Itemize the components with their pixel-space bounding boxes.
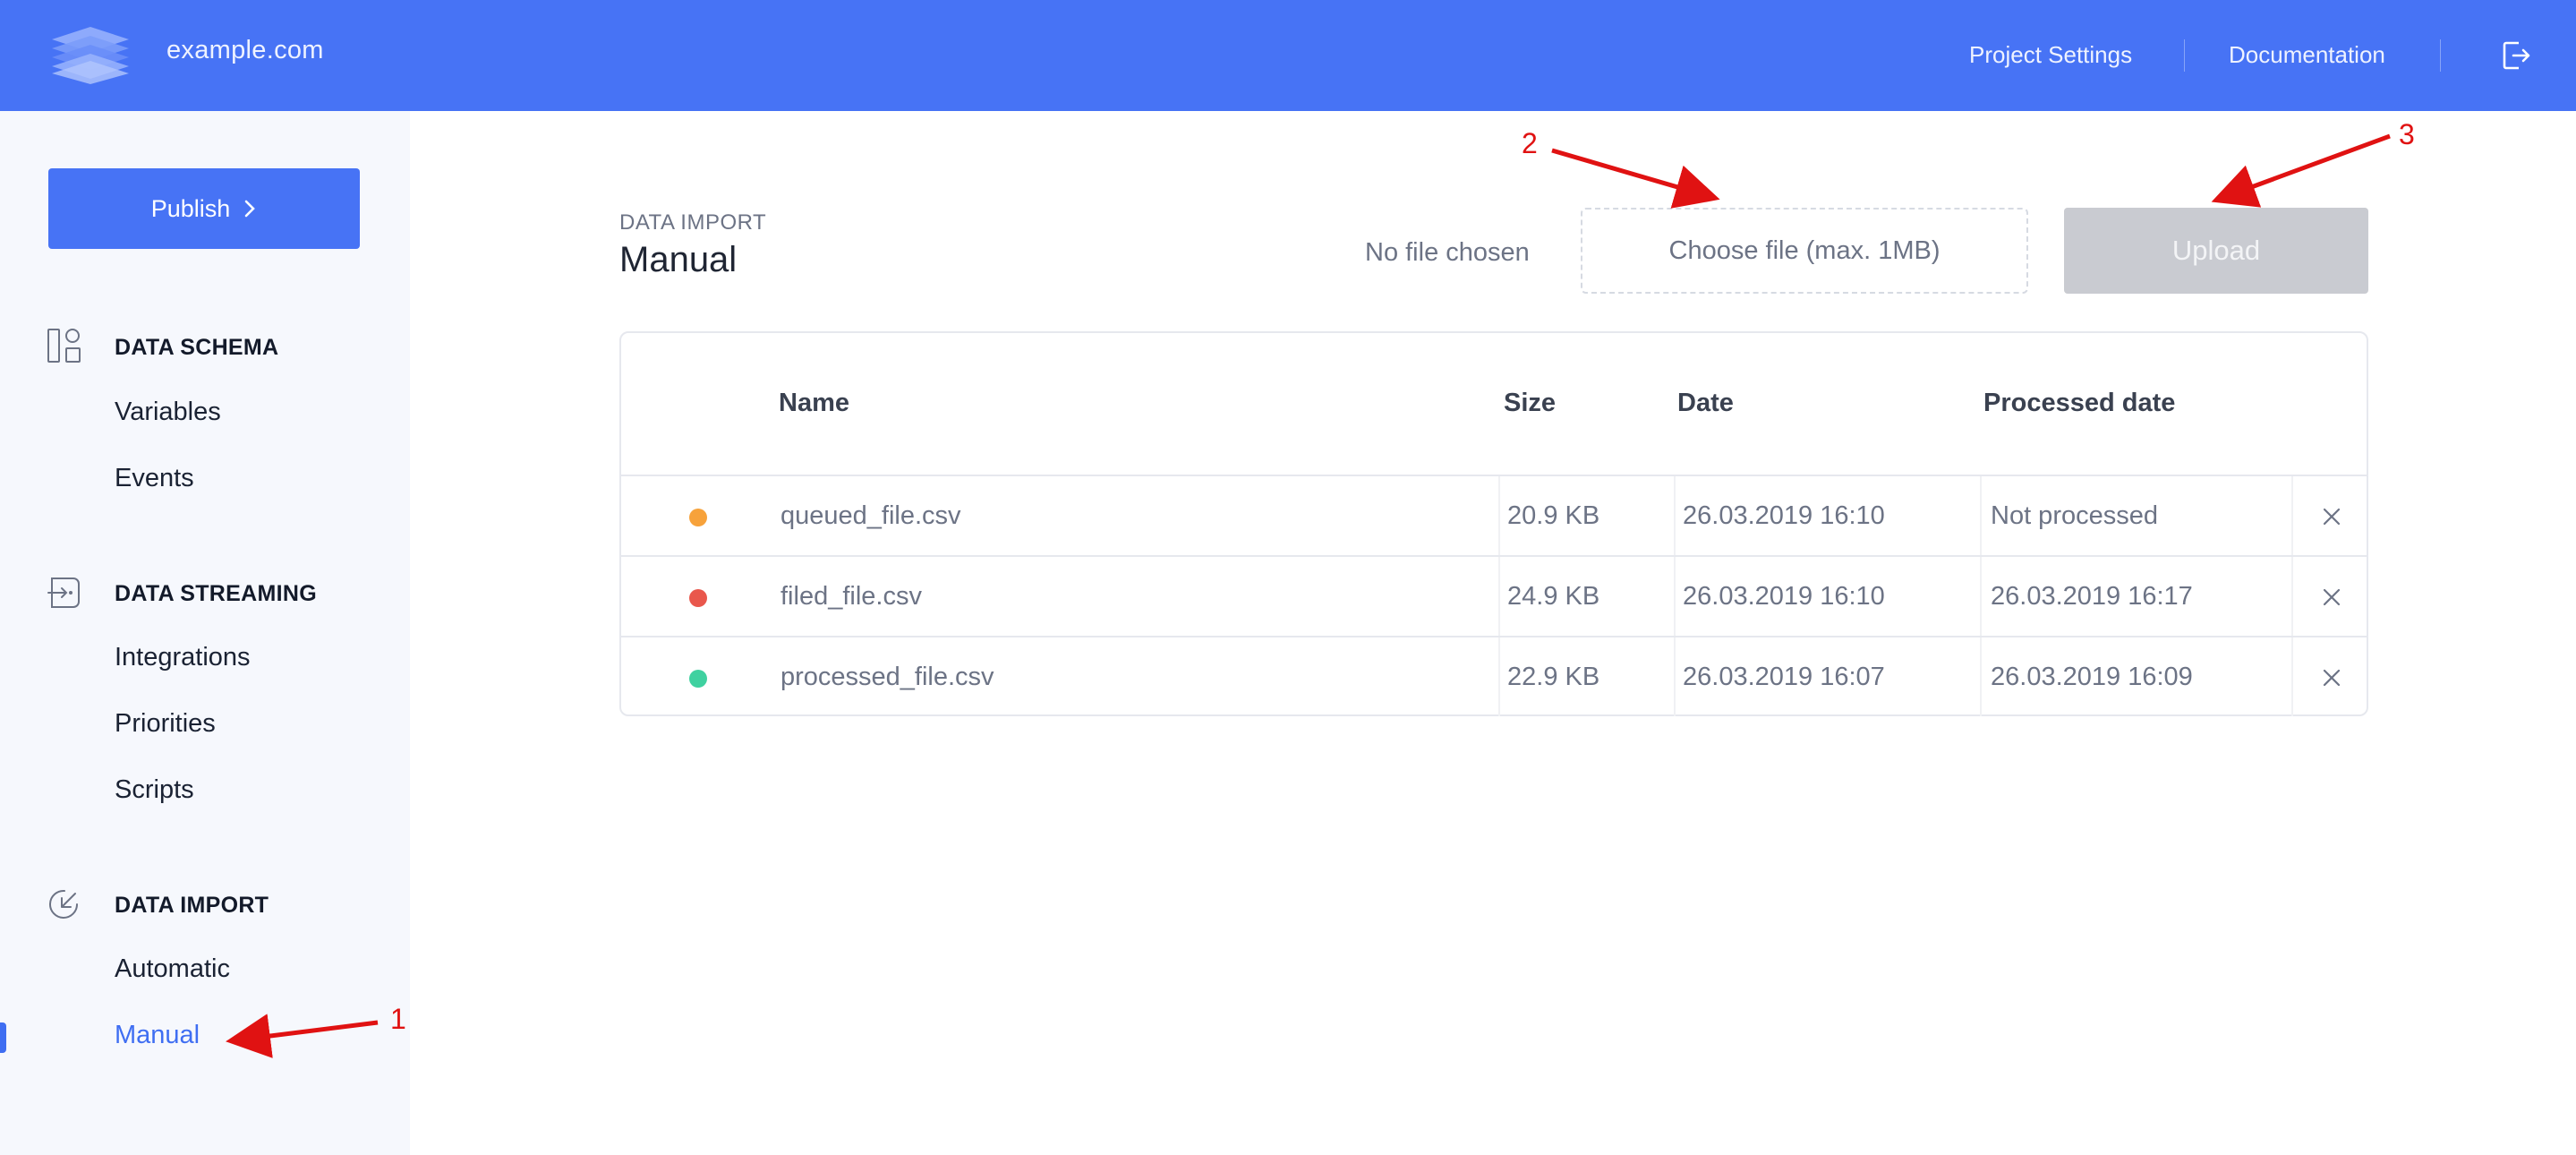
sidebar: Publish DATA SCHEMA Variables Events DAT…: [0, 111, 410, 1155]
close-icon[interactable]: [2322, 587, 2341, 607]
sidebar-item-automatic[interactable]: Automatic: [115, 954, 230, 984]
status-dot-queued: [689, 509, 707, 526]
annotation-label-1: 1: [390, 1003, 406, 1035]
top-bar: example.com Project Settings Documentati…: [0, 0, 2576, 111]
column-divider: [2291, 476, 2293, 555]
column-divider: [2291, 637, 2293, 716]
file-processed-date: 26.03.2019 16:17: [1991, 582, 2193, 611]
column-header-processed-date: Processed date: [1983, 389, 2176, 417]
chevron-right-icon: [244, 200, 256, 218]
sidebar-item-manual[interactable]: Manual: [115, 1021, 200, 1050]
file-date: 26.03.2019 16:07: [1683, 663, 1885, 691]
status-dot-processed: [689, 670, 707, 688]
file-date: 26.03.2019 16:10: [1683, 582, 1885, 611]
import-icon: [49, 889, 78, 919]
file-size: 20.9 KB: [1507, 501, 1600, 530]
choose-file-button[interactable]: Choose file (max. 1MB): [1581, 208, 2028, 294]
sidebar-item-priorities[interactable]: Priorities: [115, 709, 216, 739]
file-name[interactable]: filed_file.csv: [780, 582, 922, 612]
publish-label: Publish: [150, 194, 231, 222]
sidebar-item-integrations[interactable]: Integrations: [115, 643, 251, 672]
column-divider: [2291, 557, 2293, 636]
upload-button[interactable]: Upload: [2064, 208, 2368, 294]
project-settings-link[interactable]: Project Settings: [1969, 41, 2132, 69]
table-row[interactable]: filed_file.csv 24.9 KB 26.03.2019 16:10 …: [621, 555, 2367, 636]
logout-icon[interactable]: [2501, 39, 2531, 72]
column-divider: [1674, 476, 1676, 555]
annotation-label-2: 2: [1522, 127, 1538, 159]
table-row[interactable]: queued_file.csv 20.9 KB 26.03.2019 16:10…: [621, 475, 2367, 555]
column-header-date: Date: [1677, 389, 1734, 417]
documentation-link[interactable]: Documentation: [2229, 41, 2385, 69]
annotation-label-3: 3: [2399, 118, 2415, 150]
file-status-text: No file chosen: [1365, 238, 1530, 267]
column-divider: [1980, 637, 1982, 716]
column-header-size: Size: [1504, 389, 1557, 417]
files-table: Name Size Date Processed date queued_fil…: [619, 331, 2368, 716]
column-header-name: Name: [779, 389, 849, 417]
sidebar-item-scripts[interactable]: Scripts: [115, 775, 194, 805]
table-row[interactable]: processed_file.csv 22.9 KB 26.03.2019 16…: [621, 636, 2367, 716]
status-dot-failed: [689, 589, 707, 607]
logo-icon[interactable]: [47, 25, 134, 86]
column-divider: [1674, 637, 1676, 716]
schema-icon: [47, 329, 81, 363]
section-title-data-import: DATA IMPORT: [115, 893, 269, 918]
file-processed-date: 26.03.2019 16:09: [1991, 663, 2193, 691]
column-divider: [1980, 557, 1982, 636]
top-divider: [2440, 39, 2441, 72]
close-icon[interactable]: [2322, 507, 2341, 526]
column-divider: [1980, 476, 1982, 555]
column-divider: [1498, 637, 1500, 716]
file-size: 22.9 KB: [1507, 663, 1600, 691]
file-size: 24.9 KB: [1507, 582, 1600, 611]
publish-button[interactable]: Publish: [48, 168, 360, 249]
section-title-data-schema: DATA SCHEMA: [115, 335, 279, 360]
file-processed-date: Not processed: [1991, 501, 2158, 530]
column-divider: [1498, 557, 1500, 636]
section-title-data-streaming: DATA STREAMING: [115, 581, 317, 606]
file-date: 26.03.2019 16:10: [1683, 501, 1885, 530]
active-indicator: [0, 1022, 6, 1053]
column-divider: [1498, 476, 1500, 555]
page-kicker: DATA IMPORT: [619, 210, 767, 235]
sidebar-item-variables[interactable]: Variables: [115, 398, 221, 427]
page-title: Manual: [619, 240, 738, 279]
streaming-icon: [47, 578, 80, 608]
close-icon[interactable]: [2322, 668, 2341, 688]
column-divider: [1674, 557, 1676, 636]
top-divider: [2184, 39, 2185, 72]
file-name[interactable]: queued_file.csv: [780, 501, 961, 531]
file-name[interactable]: processed_file.csv: [780, 663, 994, 692]
sidebar-item-events[interactable]: Events: [115, 464, 194, 493]
site-name[interactable]: example.com: [166, 36, 324, 65]
